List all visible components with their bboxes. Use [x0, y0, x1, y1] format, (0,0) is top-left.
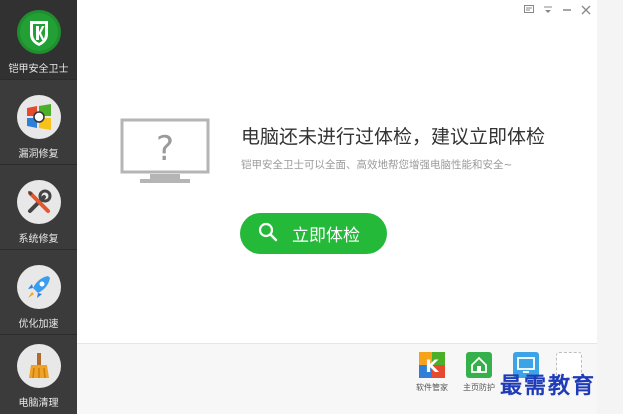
monitor-illustration: ? — [120, 118, 212, 192]
dropdown-icon[interactable] — [542, 4, 553, 15]
sidebar-item-vulnerability-repair[interactable]: 漏洞修复 — [0, 85, 77, 165]
tool-homepage-protect[interactable]: 主页防护 — [459, 352, 499, 393]
window-edge — [597, 0, 623, 414]
wrench-screwdriver-icon — [16, 180, 61, 224]
question-mark: ? — [156, 129, 174, 169]
scan-now-button[interactable]: 立即体检 — [240, 213, 387, 254]
close-icon[interactable] — [580, 4, 591, 15]
sidebar-item-label: 漏洞修复 — [18, 149, 59, 160]
page-title: 电脑还未进行过体检，建议立即体检 — [241, 126, 546, 148]
minimize-icon[interactable] — [561, 4, 572, 15]
scan-now-label: 立即体检 — [292, 226, 360, 246]
rocket-icon — [16, 265, 61, 309]
sidebar-item-cleanup[interactable]: 电脑清理 — [0, 334, 77, 414]
home-icon — [466, 352, 492, 378]
svg-text:K: K — [425, 357, 439, 377]
sidebar-item-label: 铠甲安全卫士 — [8, 64, 69, 75]
menu-icon[interactable] — [523, 4, 534, 15]
sidebar-item-home[interactable]: 铠甲安全卫士 — [0, 0, 77, 80]
shield-k-logo-icon — [16, 10, 61, 54]
page-subtitle: 铠甲安全卫士可以全面、高效地帮您增强电脑性能和安全~ — [241, 159, 513, 171]
sidebar-item-label: 优化加速 — [18, 319, 59, 330]
tool-software-manager[interactable]: K 软件管家 — [412, 352, 452, 393]
software-manager-icon: K — [419, 352, 445, 378]
search-icon — [258, 222, 278, 246]
sidebar-item-label: 电脑清理 — [18, 398, 59, 409]
sidebar-item-optimize[interactable]: 优化加速 — [0, 255, 77, 335]
broom-icon — [16, 344, 61, 388]
windows-repair-icon — [16, 95, 61, 139]
watermark: 最需教育 — [500, 373, 597, 399]
sidebar-item-system-repair[interactable]: 系统修复 — [0, 170, 77, 250]
sidebar-item-label: 系统修复 — [18, 234, 59, 245]
window-controls — [523, 4, 591, 15]
sidebar: 铠甲安全卫士 漏洞修复 系统修复 优化加速 电脑清理 — [0, 0, 77, 414]
tool-label: 软件管家 — [416, 383, 448, 392]
tool-label: 主页防护 — [463, 383, 495, 392]
